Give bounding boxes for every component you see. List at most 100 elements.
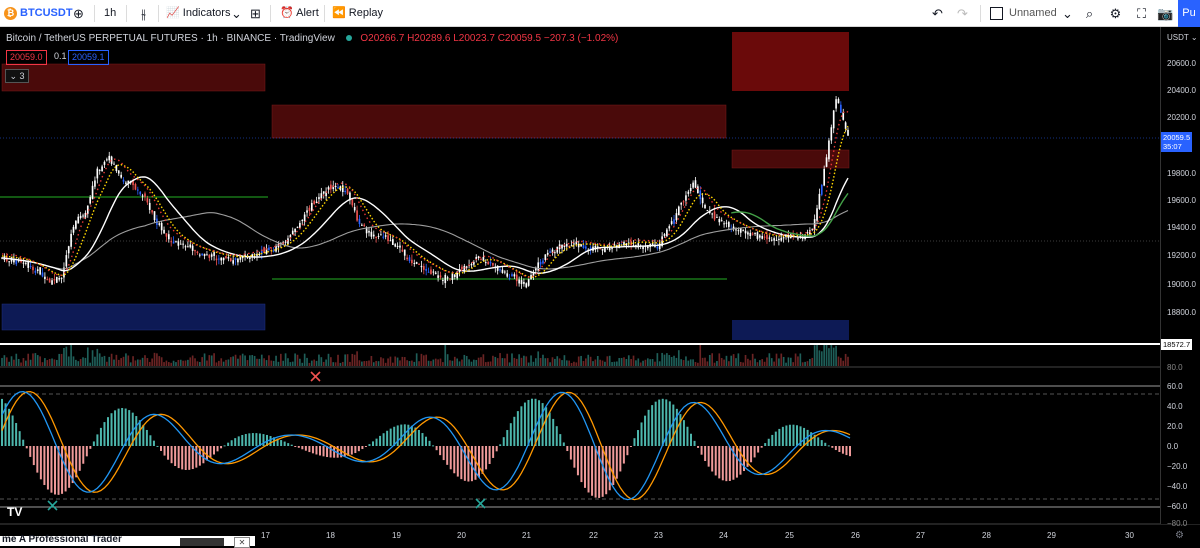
histogram-bar xyxy=(432,445,435,447)
layout-button[interactable]: Unnamed xyxy=(990,0,1057,27)
tradingview-logo: TV xyxy=(7,505,23,519)
volume-bar xyxy=(840,357,842,366)
volume-bar xyxy=(835,345,837,366)
currency-selector[interactable]: USDT ⌄ xyxy=(1167,33,1198,42)
fullscreen-icon[interactable]: ⛶ xyxy=(1132,4,1151,23)
candle-body xyxy=(763,236,766,238)
candle-body xyxy=(770,239,773,241)
volume-bar xyxy=(682,360,685,366)
histogram-bar xyxy=(18,431,21,446)
volume-bar xyxy=(730,355,733,366)
volume-bar xyxy=(701,357,704,366)
chart-settings-gear-icon[interactable]: ⚙ xyxy=(1175,530,1184,541)
chevron-down-icon[interactable]: ⌄ xyxy=(1058,4,1077,23)
price-axis[interactable] xyxy=(1160,27,1200,524)
histogram-bar xyxy=(244,433,247,446)
volume-bar xyxy=(613,361,616,366)
histogram-bar xyxy=(707,446,710,467)
buy-price-button[interactable]: 20059.1 xyxy=(68,50,109,65)
volume-bar xyxy=(411,360,413,366)
volume-bar xyxy=(816,343,818,366)
candle-body xyxy=(36,269,39,271)
symbol-search-button[interactable]: ₿ BTCUSDT xyxy=(4,0,73,27)
interval-button[interactable]: 1h xyxy=(104,0,116,27)
time-tick: 26 xyxy=(851,531,860,540)
price-chart[interactable] xyxy=(0,27,1200,546)
close-icon[interactable]: ✕ xyxy=(234,537,250,548)
volume-bar xyxy=(706,361,709,366)
candle-body xyxy=(489,261,492,264)
chevron-down-icon[interactable]: ⌄ xyxy=(227,4,246,23)
volume-bar xyxy=(725,355,728,366)
compare-plus-icon[interactable]: ⊕ xyxy=(69,4,88,23)
candle-body xyxy=(146,198,149,203)
histogram-bar xyxy=(735,446,738,478)
volume-bar xyxy=(673,355,675,366)
last-price-tag: 20059.5 35:07 xyxy=(1161,132,1193,152)
volume-bar xyxy=(27,353,30,366)
price-tick: 19800.0 xyxy=(1167,169,1196,178)
volume-bar xyxy=(313,359,316,366)
candle-body xyxy=(377,235,380,237)
volume-bar xyxy=(530,355,532,366)
histogram-bar xyxy=(513,416,516,446)
indicator-collapse-button[interactable]: ⌄ 3 xyxy=(5,69,29,83)
candle-body xyxy=(573,243,575,245)
search-icon[interactable]: ⌕ xyxy=(1080,4,1099,23)
volume-bar xyxy=(191,355,194,366)
volume-bar xyxy=(232,356,234,366)
volume-bar xyxy=(747,358,749,366)
volume-bar xyxy=(520,357,523,366)
camera-icon[interactable]: 📷 xyxy=(1156,4,1175,23)
volume-bar xyxy=(842,360,845,366)
volume-bar xyxy=(804,361,806,366)
volume-bar xyxy=(801,362,804,366)
volume-bar xyxy=(794,353,797,366)
indicators-button[interactable]: 📈 Indicators xyxy=(166,0,230,27)
volume-bar xyxy=(279,353,282,366)
alert-button[interactable]: ⏰ Alert xyxy=(280,0,319,27)
volume-bar xyxy=(13,359,15,366)
sell-price-button[interactable]: 20059.0 xyxy=(6,50,47,65)
histogram-bar xyxy=(237,436,240,446)
undo-icon[interactable]: ↶ xyxy=(928,4,947,23)
candle-body xyxy=(427,271,430,273)
price-tick: 20600.0 xyxy=(1167,59,1196,68)
histogram-bar xyxy=(99,427,102,446)
candle-body xyxy=(394,244,397,247)
histogram-bar xyxy=(637,430,639,446)
histogram-bar xyxy=(213,446,215,455)
volume-bar xyxy=(365,360,368,366)
gear-icon[interactable]: ⚙ xyxy=(1106,4,1125,23)
volume-bar xyxy=(523,355,525,366)
candle-body xyxy=(601,248,604,251)
histogram-bar xyxy=(555,426,558,446)
candle-body xyxy=(139,191,142,195)
templates-grid-icon[interactable]: ⊞ xyxy=(246,4,265,23)
candle-body xyxy=(840,104,842,113)
candle-body xyxy=(67,246,70,254)
replay-button[interactable]: ⏪ Replay xyxy=(332,0,383,27)
candles-style-icon[interactable]: ⫳ xyxy=(134,4,153,23)
volume-bar xyxy=(453,356,456,366)
histogram-bar xyxy=(803,427,806,446)
candle-body xyxy=(94,180,96,187)
histogram-bar xyxy=(96,434,99,446)
histogram-bar xyxy=(661,398,664,446)
volume-bar xyxy=(65,346,68,366)
volume-bar xyxy=(29,359,32,366)
volume-bar xyxy=(401,356,404,366)
redo-icon[interactable]: ↷ xyxy=(953,4,972,23)
publish-button[interactable]: Pu xyxy=(1178,0,1200,27)
divider xyxy=(126,5,127,22)
alarm-clock-icon: ⏰ xyxy=(280,7,294,19)
volume-bar xyxy=(370,355,373,366)
candle-body xyxy=(806,232,809,234)
candle-body xyxy=(830,127,833,141)
candle-body xyxy=(515,274,518,282)
volume-bar xyxy=(358,360,361,366)
time-tick: 20 xyxy=(457,531,466,540)
candle-body xyxy=(201,253,204,256)
candle-body xyxy=(444,274,447,284)
candle-body xyxy=(65,255,68,267)
